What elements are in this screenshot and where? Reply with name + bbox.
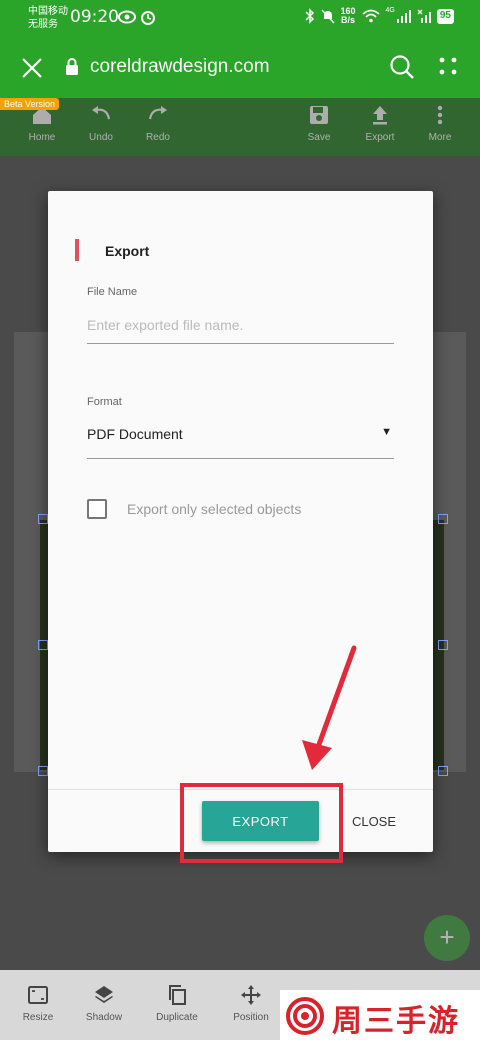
signal-no-service-icon [417,9,431,23]
selection-handle[interactable] [38,514,48,524]
network-type: 4G [385,7,395,14]
add-fab-button[interactable]: + [424,915,470,961]
toolbar-save-button[interactable]: Save [289,104,349,143]
bottom-position-button[interactable]: Position [221,984,281,1023]
carrier-info: 中国移动 无服务 [28,5,68,31]
selection-handle[interactable] [438,640,448,650]
selection-handle[interactable] [438,514,448,524]
toolbar-redo-label: Redo [146,132,170,143]
alarm-icon [141,11,155,25]
signal-icon [396,10,411,23]
format-select[interactable]: PDF Document ▼ [87,426,394,459]
bottom-shadow-label: Shadow [85,1012,123,1023]
address-bar-url[interactable]: coreldrawdesign.com [90,56,270,78]
file-name-input[interactable] [87,317,394,344]
undo-icon [92,106,111,120]
toolbar-undo-button[interactable]: Undo [71,104,131,143]
export-dialog: Export File Name Format PDF Document ▼ E… [48,191,433,852]
format-select-value: PDF Document [87,426,183,442]
toolbar-save-label: Save [307,132,331,143]
move-icon [241,985,261,1005]
beta-badge: Beta Version [0,98,60,110]
selection-handle[interactable] [438,766,448,776]
mute-bell-icon [320,9,335,24]
bottom-position-label: Position [233,1012,269,1023]
selection-handle[interactable] [38,766,48,776]
more-vert-icon[interactable] [437,56,459,78]
app-toolbar: Home Undo Redo Save Export More [0,98,480,156]
export-selected-label[interactable]: Export only selected objects [127,501,301,517]
battery-indicator: 95 [436,8,454,24]
lock-icon [66,58,78,75]
bluetooth-icon [304,8,314,24]
annotation-highlight-box [180,783,343,863]
file-name-label: File Name [87,286,138,298]
status-bar: 中国移动 无服务 09:20 160 B/s 4G 95 [0,0,480,38]
search-icon[interactable] [389,54,415,80]
dialog-title: Export [105,243,150,259]
toolbar-home-label: Home [28,132,56,143]
bottom-duplicate-button[interactable]: Duplicate [147,984,207,1023]
duplicate-icon [169,985,186,1005]
carrier-name: 中国移动 [28,6,68,17]
bottom-duplicate-label: Duplicate [156,1012,198,1023]
export-selected-checkbox[interactable] [87,499,107,519]
system-icons: 160 B/s 4G 95 [304,7,454,25]
annotation-arrow [302,645,357,770]
upload-icon [373,106,387,125]
more-vert-icon [437,105,443,125]
bottom-resize-button[interactable]: Resize [8,984,68,1023]
toolbar-more-label: More [428,132,452,143]
bottom-resize-label: Resize [22,1012,54,1023]
net-speed-unit: B/s [341,15,356,25]
status-time: 09:20 [70,7,119,27]
resize-icon [28,986,48,1004]
toolbar-redo-button[interactable]: Redo [128,104,188,143]
close-icon[interactable] [20,56,44,80]
save-icon [310,106,328,124]
browser-bar: coreldrawdesign.com [0,38,480,98]
site-watermark: 周三手游网 [280,990,480,1040]
wifi-icon [361,9,380,23]
dropdown-caret-icon: ▼ [381,426,392,438]
toolbar-export-button[interactable]: Export [350,104,410,143]
bottom-shadow-button[interactable]: Shadow [74,984,134,1023]
net-speed: 160 B/s [341,7,356,25]
close-button[interactable]: CLOSE [344,801,404,841]
watermark-logo-icon [286,997,324,1035]
toolbar-undo-label: Undo [89,132,113,143]
dialog-title-accent [75,239,79,261]
toolbar-more-button[interactable]: More [410,104,470,143]
eye-icon [118,10,136,24]
layers-icon [95,986,113,1003]
watermark-text: 周三手游网 [332,1004,460,1039]
redo-icon [148,106,167,120]
format-label: Format [87,396,122,408]
toolbar-export-label: Export [365,132,395,143]
selection-handle[interactable] [38,640,48,650]
carrier-service: 无服务 [28,19,58,30]
